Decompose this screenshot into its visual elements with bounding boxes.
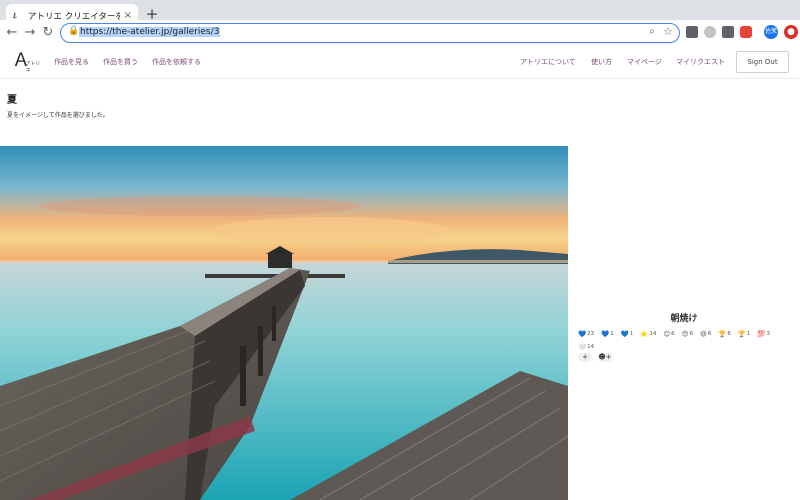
url-text[interactable]: https://the-atelier.jp/galleries/3 <box>79 27 221 37</box>
nav-request-works[interactable]: 作品を依頼する <box>152 57 201 67</box>
star-icon: ⭐ <box>640 330 649 338</box>
reaction-hundred[interactable]: 💯 3 <box>757 330 770 338</box>
nav-my-requests[interactable]: マイリクエスト <box>676 57 725 67</box>
reaction-count: 1 <box>610 331 614 337</box>
emoji-picker-button[interactable]: ☻+ <box>598 353 612 362</box>
reaction-blue-heart-3[interactable]: 💙 1 <box>621 330 634 338</box>
reaction-heart-eyes[interactable]: 😍 6 <box>682 330 693 338</box>
profile-avatar[interactable]: 佐茉 <box>764 25 778 39</box>
forward-arrow-icon[interactable]: → <box>22 25 38 40</box>
heart-eyes-icon: 😍 <box>681 330 689 338</box>
blue-heart-icon: 💙 <box>578 330 587 338</box>
white-heart-icon: 🤍 <box>578 343 587 351</box>
reaction-smile[interactable]: 😊 6 <box>663 330 674 338</box>
reaction-blue-heart[interactable]: 💙 23 <box>578 330 594 338</box>
browser-toolbar: ← → ↻ 🔒 https://the-atelier.jp/galleries… <box>0 20 800 46</box>
reaction-count: 6 <box>671 331 675 337</box>
gallery-description: 夏をイメージして作品を選びました。 <box>7 112 109 119</box>
extension-moon-icon[interactable] <box>704 26 716 38</box>
reaction-count: 6 <box>689 331 693 337</box>
reaction-white-heart[interactable]: 🤍 14 <box>578 343 594 351</box>
site-logo[interactable]: Ａ アトリエ <box>12 52 44 74</box>
reaction-count: 6 <box>727 331 731 337</box>
artwork-image[interactable] <box>0 146 568 500</box>
sign-out-button[interactable]: Sign Out <box>736 51 789 73</box>
extension-screen-icon[interactable] <box>722 26 734 38</box>
reaction-count: 1 <box>746 331 751 337</box>
extension-chat-icon[interactable] <box>686 26 698 38</box>
reaction-laugh[interactable]: 😆 6 <box>700 330 711 338</box>
reaction-count: 23 <box>587 331 595 337</box>
site-header: Ａ アトリエ 作品を見る 作品を買う 作品を依頼する アトリエについて 使い方 … <box>0 46 800 79</box>
bookmark-star-icon[interactable]: ☆ <box>663 25 673 38</box>
blue-heart-icon: 💙 <box>601 330 610 338</box>
smile-icon: 😊 <box>663 330 671 338</box>
reaction-count: 14 <box>587 344 595 350</box>
extension-video-icon[interactable] <box>740 26 752 38</box>
nav-how-to-use[interactable]: 使い方 <box>591 57 612 67</box>
reaction-count: 14 <box>649 331 657 337</box>
reaction-actions: + ☻+ <box>578 353 618 362</box>
reaction-count: 3 <box>766 331 771 337</box>
trophy-icon: 🏆 <box>718 330 727 338</box>
reaction-trophy-2[interactable]: 🏆 1 <box>738 330 751 338</box>
artwork-title: 朝焼け <box>670 314 698 324</box>
nav-view-works[interactable]: 作品を見る <box>54 57 89 67</box>
blue-heart-icon: 💙 <box>620 330 629 338</box>
address-bar[interactable]: 🔒 https://the-atelier.jp/galleries/3 ⌕ ☆ <box>60 23 680 43</box>
trophy-icon: 🏆 <box>737 330 746 338</box>
reload-icon[interactable]: ↻ <box>40 25 56 40</box>
reaction-count: 6 <box>707 331 712 337</box>
update-icon[interactable]: ● <box>784 25 798 39</box>
gallery-title: 夏 <box>7 95 17 106</box>
reaction-trophy[interactable]: 🏆 6 <box>718 330 731 338</box>
lock-icon: 🔒 <box>68 26 80 36</box>
logo-text: アトリエ <box>26 62 41 73</box>
hundred-icon: 💯 <box>757 330 766 338</box>
nav-mypage[interactable]: マイページ <box>627 57 662 67</box>
nav-about[interactable]: アトリエについて <box>520 57 576 67</box>
reaction-blue-heart-2[interactable]: 💙 1 <box>601 330 614 338</box>
back-arrow-icon[interactable]: ← <box>4 25 20 40</box>
laugh-icon: 😆 <box>699 330 707 338</box>
zoom-icon[interactable]: ⌕ <box>649 26 655 37</box>
nav-buy-works[interactable]: 作品を買う <box>103 57 138 67</box>
reaction-star[interactable]: ⭐ 14 <box>640 330 656 338</box>
add-reaction-button[interactable]: + <box>578 353 592 362</box>
reaction-count: 1 <box>629 331 634 337</box>
